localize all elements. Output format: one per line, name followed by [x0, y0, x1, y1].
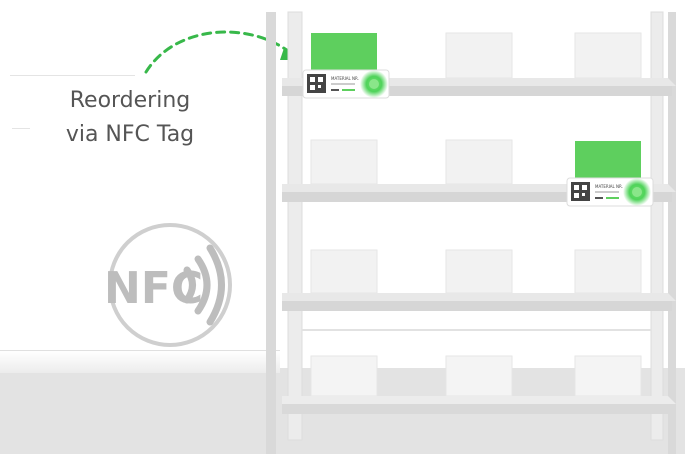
qr-code-icon: [571, 182, 590, 201]
shelf-scene: NFC MATERIAL NR. MATERIAL NR.: [104, 11, 676, 454]
shelf-level-3: [282, 249, 676, 311]
nfc-shelf-tag: MATERIAL NR.: [566, 177, 654, 207]
tag-label: MATERIAL NR.: [595, 184, 623, 189]
shelf-level-4: [282, 329, 676, 414]
nfc-logo-icon: NFC: [104, 223, 232, 347]
qr-code-icon: [307, 74, 326, 93]
nfc-shelf-tag: MATERIAL NR.: [302, 69, 390, 99]
tag-label: MATERIAL NR.: [331, 76, 359, 81]
